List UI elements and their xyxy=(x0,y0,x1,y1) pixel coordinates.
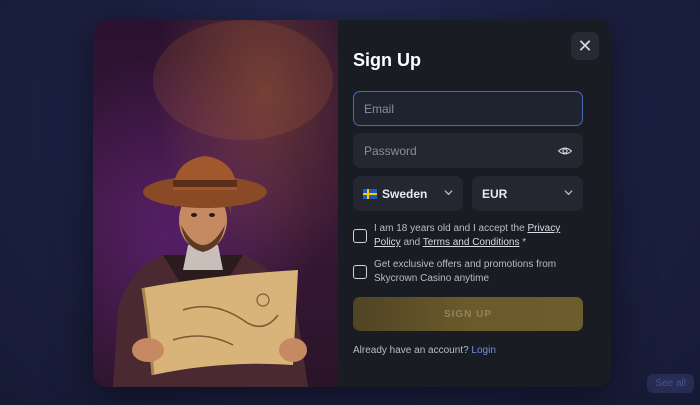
age-consent-prefix: I am 18 years old and I accept the xyxy=(374,223,528,234)
required-marker: * xyxy=(519,237,527,248)
eye-icon[interactable] xyxy=(558,144,572,158)
email-field[interactable] xyxy=(364,101,572,116)
explorer-character-image xyxy=(113,20,333,387)
email-field-wrapper xyxy=(353,91,583,126)
password-field[interactable] xyxy=(364,143,558,158)
offers-consent-checkbox[interactable] xyxy=(353,265,367,279)
age-consent-row: I am 18 years old and I accept the Priva… xyxy=(353,222,583,250)
age-consent-text: I am 18 years old and I accept the Priva… xyxy=(374,222,583,250)
age-consent-checkbox[interactable] xyxy=(353,229,367,243)
offers-consent-row: Get exclusive offers and promotions from… xyxy=(353,258,583,286)
sweden-flag-icon xyxy=(363,188,377,199)
currency-select[interactable]: EUR xyxy=(472,176,583,211)
terms-link[interactable]: Terms and Conditions xyxy=(423,237,520,248)
signup-form: Sign Up Sweden EUR xyxy=(353,20,583,387)
signup-modal: ✕ Sign Up Sweden EUR xyxy=(93,20,611,387)
currency-select-value: EUR xyxy=(482,186,508,201)
chevron-down-icon xyxy=(564,190,573,196)
modal-title: Sign Up xyxy=(353,50,421,70)
age-consent-middle: and xyxy=(400,237,423,248)
chevron-down-icon xyxy=(444,190,453,196)
country-select-value: Sweden xyxy=(382,186,428,201)
password-field-wrapper xyxy=(353,133,583,168)
login-link[interactable]: Login xyxy=(471,345,495,356)
see-all-button[interactable]: See all xyxy=(647,374,694,393)
country-select[interactable]: Sweden xyxy=(353,176,463,211)
login-prompt-text: Already have an account? xyxy=(353,345,469,356)
hero-illustration xyxy=(93,20,338,387)
login-prompt: Already have an account? Login xyxy=(353,345,496,356)
signup-button[interactable]: SIGN UP xyxy=(353,297,583,331)
offers-consent-text: Get exclusive offers and promotions from… xyxy=(374,259,557,284)
